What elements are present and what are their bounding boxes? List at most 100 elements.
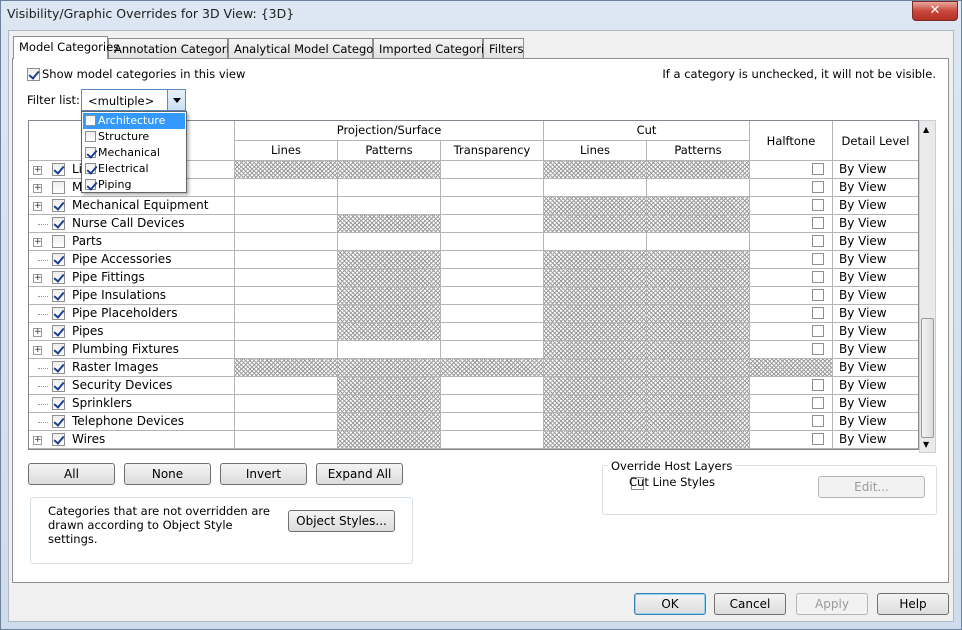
table-cell[interactable]: [338, 197, 441, 215]
table-row[interactable]: Raster Images By View: [29, 359, 918, 377]
table-cell[interactable]: [338, 179, 441, 197]
row-visibility-checkbox[interactable]: [52, 289, 65, 302]
halftone-checkbox[interactable]: [812, 181, 824, 193]
table-cell[interactable]: [544, 197, 647, 215]
expand-icon[interactable]: +: [33, 274, 42, 283]
table-cell[interactable]: [338, 233, 441, 251]
expand-icon[interactable]: +: [33, 346, 42, 355]
table-row[interactable]: + Parts By View: [29, 233, 918, 251]
none-button[interactable]: None: [124, 463, 211, 485]
table-cell[interactable]: [647, 269, 750, 287]
row-visibility-checkbox[interactable]: [52, 271, 65, 284]
table-cell[interactable]: [338, 341, 441, 359]
table-row[interactable]: + Pipe Fittings By View: [29, 269, 918, 287]
filter-list-combo[interactable]: <multiple>: [81, 89, 186, 111]
halftone-checkbox[interactable]: [812, 325, 824, 337]
table-cell[interactable]: [647, 359, 750, 377]
vertical-scrollbar[interactable]: ▲ ▼: [919, 120, 936, 453]
row-visibility-checkbox[interactable]: [52, 397, 65, 410]
filter-option-checkbox[interactable]: [85, 115, 96, 126]
filter-option[interactable]: Mechanical: [83, 145, 185, 161]
filter-option[interactable]: Structure: [83, 129, 185, 145]
table-cell[interactable]: [441, 233, 544, 251]
halftone-checkbox[interactable]: [812, 433, 824, 445]
row-visibility-checkbox[interactable]: [52, 415, 65, 428]
table-cell[interactable]: [441, 179, 544, 197]
ok-button[interactable]: OK: [634, 593, 706, 615]
close-button[interactable]: ✕: [912, 1, 958, 21]
table-cell[interactable]: [338, 413, 441, 431]
filter-option-checkbox[interactable]: [85, 163, 96, 174]
table-cell[interactable]: [647, 287, 750, 305]
table-cell[interactable]: [441, 251, 544, 269]
table-cell[interactable]: [441, 161, 544, 179]
table-row[interactable]: Sprinklers By View: [29, 395, 918, 413]
row-visibility-checkbox[interactable]: [52, 217, 65, 230]
detail-level-value[interactable]: By View: [839, 414, 887, 428]
expand-icon[interactable]: +: [33, 184, 42, 193]
table-cell[interactable]: [338, 395, 441, 413]
halftone-checkbox[interactable]: [812, 415, 824, 427]
row-visibility-checkbox[interactable]: [52, 253, 65, 266]
table-cell[interactable]: [235, 359, 338, 377]
halftone-checkbox[interactable]: [812, 163, 824, 175]
row-visibility-checkbox[interactable]: [52, 343, 65, 356]
table-cell[interactable]: [647, 431, 750, 449]
table-cell[interactable]: [544, 395, 647, 413]
table-cell[interactable]: [235, 323, 338, 341]
table-cell[interactable]: [441, 215, 544, 233]
table-cell[interactable]: [338, 305, 441, 323]
table-cell[interactable]: [338, 323, 441, 341]
table-cell[interactable]: [750, 359, 833, 377]
tab-analytical-model-categories[interactable]: Analytical Model Categories: [228, 38, 394, 58]
expand-all-button[interactable]: Expand All: [316, 463, 403, 485]
table-cell[interactable]: [338, 269, 441, 287]
detail-level-value[interactable]: By View: [839, 270, 887, 284]
table-cell[interactable]: [544, 215, 647, 233]
table-cell[interactable]: [338, 359, 441, 377]
table-cell[interactable]: [338, 287, 441, 305]
detail-level-value[interactable]: By View: [839, 396, 887, 410]
table-cell[interactable]: [338, 377, 441, 395]
table-cell[interactable]: [235, 395, 338, 413]
all-button[interactable]: All: [28, 463, 115, 485]
help-button[interactable]: Help: [877, 593, 949, 615]
halftone-checkbox[interactable]: [812, 217, 824, 229]
table-cell[interactable]: [544, 359, 647, 377]
scroll-thumb[interactable]: [921, 318, 934, 438]
row-visibility-checkbox[interactable]: [52, 235, 65, 248]
row-visibility-checkbox[interactable]: [52, 325, 65, 338]
table-cell[interactable]: [544, 161, 647, 179]
tab-filters[interactable]: Filters: [483, 38, 524, 58]
detail-level-value[interactable]: By View: [839, 378, 887, 392]
invert-button[interactable]: Invert: [220, 463, 307, 485]
scroll-down-icon[interactable]: ▼: [923, 440, 929, 449]
table-cell[interactable]: [441, 377, 544, 395]
table-cell[interactable]: [544, 341, 647, 359]
row-visibility-checkbox[interactable]: [52, 379, 65, 392]
table-cell[interactable]: [441, 305, 544, 323]
expand-icon[interactable]: +: [33, 166, 42, 175]
halftone-checkbox[interactable]: [812, 289, 824, 301]
table-cell[interactable]: [235, 377, 338, 395]
table-cell[interactable]: [338, 431, 441, 449]
expand-icon[interactable]: +: [33, 436, 42, 445]
table-cell[interactable]: [235, 341, 338, 359]
table-cell[interactable]: [647, 233, 750, 251]
halftone-checkbox[interactable]: [812, 379, 824, 391]
table-row[interactable]: + Wires By View: [29, 431, 918, 449]
table-row[interactable]: + Pipes By View: [29, 323, 918, 341]
table-cell[interactable]: [647, 395, 750, 413]
table-row[interactable]: Pipe Placeholders By View: [29, 305, 918, 323]
table-row[interactable]: + Plumbing Fixtures By View: [29, 341, 918, 359]
table-cell[interactable]: [441, 341, 544, 359]
table-cell[interactable]: [235, 305, 338, 323]
table-cell[interactable]: [235, 233, 338, 251]
table-cell[interactable]: [441, 269, 544, 287]
table-cell[interactable]: [647, 179, 750, 197]
tab-annotation-categories[interactable]: Annotation Categories: [108, 38, 243, 58]
table-cell[interactable]: [235, 269, 338, 287]
table-cell[interactable]: [544, 233, 647, 251]
table-cell[interactable]: [235, 197, 338, 215]
row-visibility-checkbox[interactable]: [52, 361, 65, 374]
